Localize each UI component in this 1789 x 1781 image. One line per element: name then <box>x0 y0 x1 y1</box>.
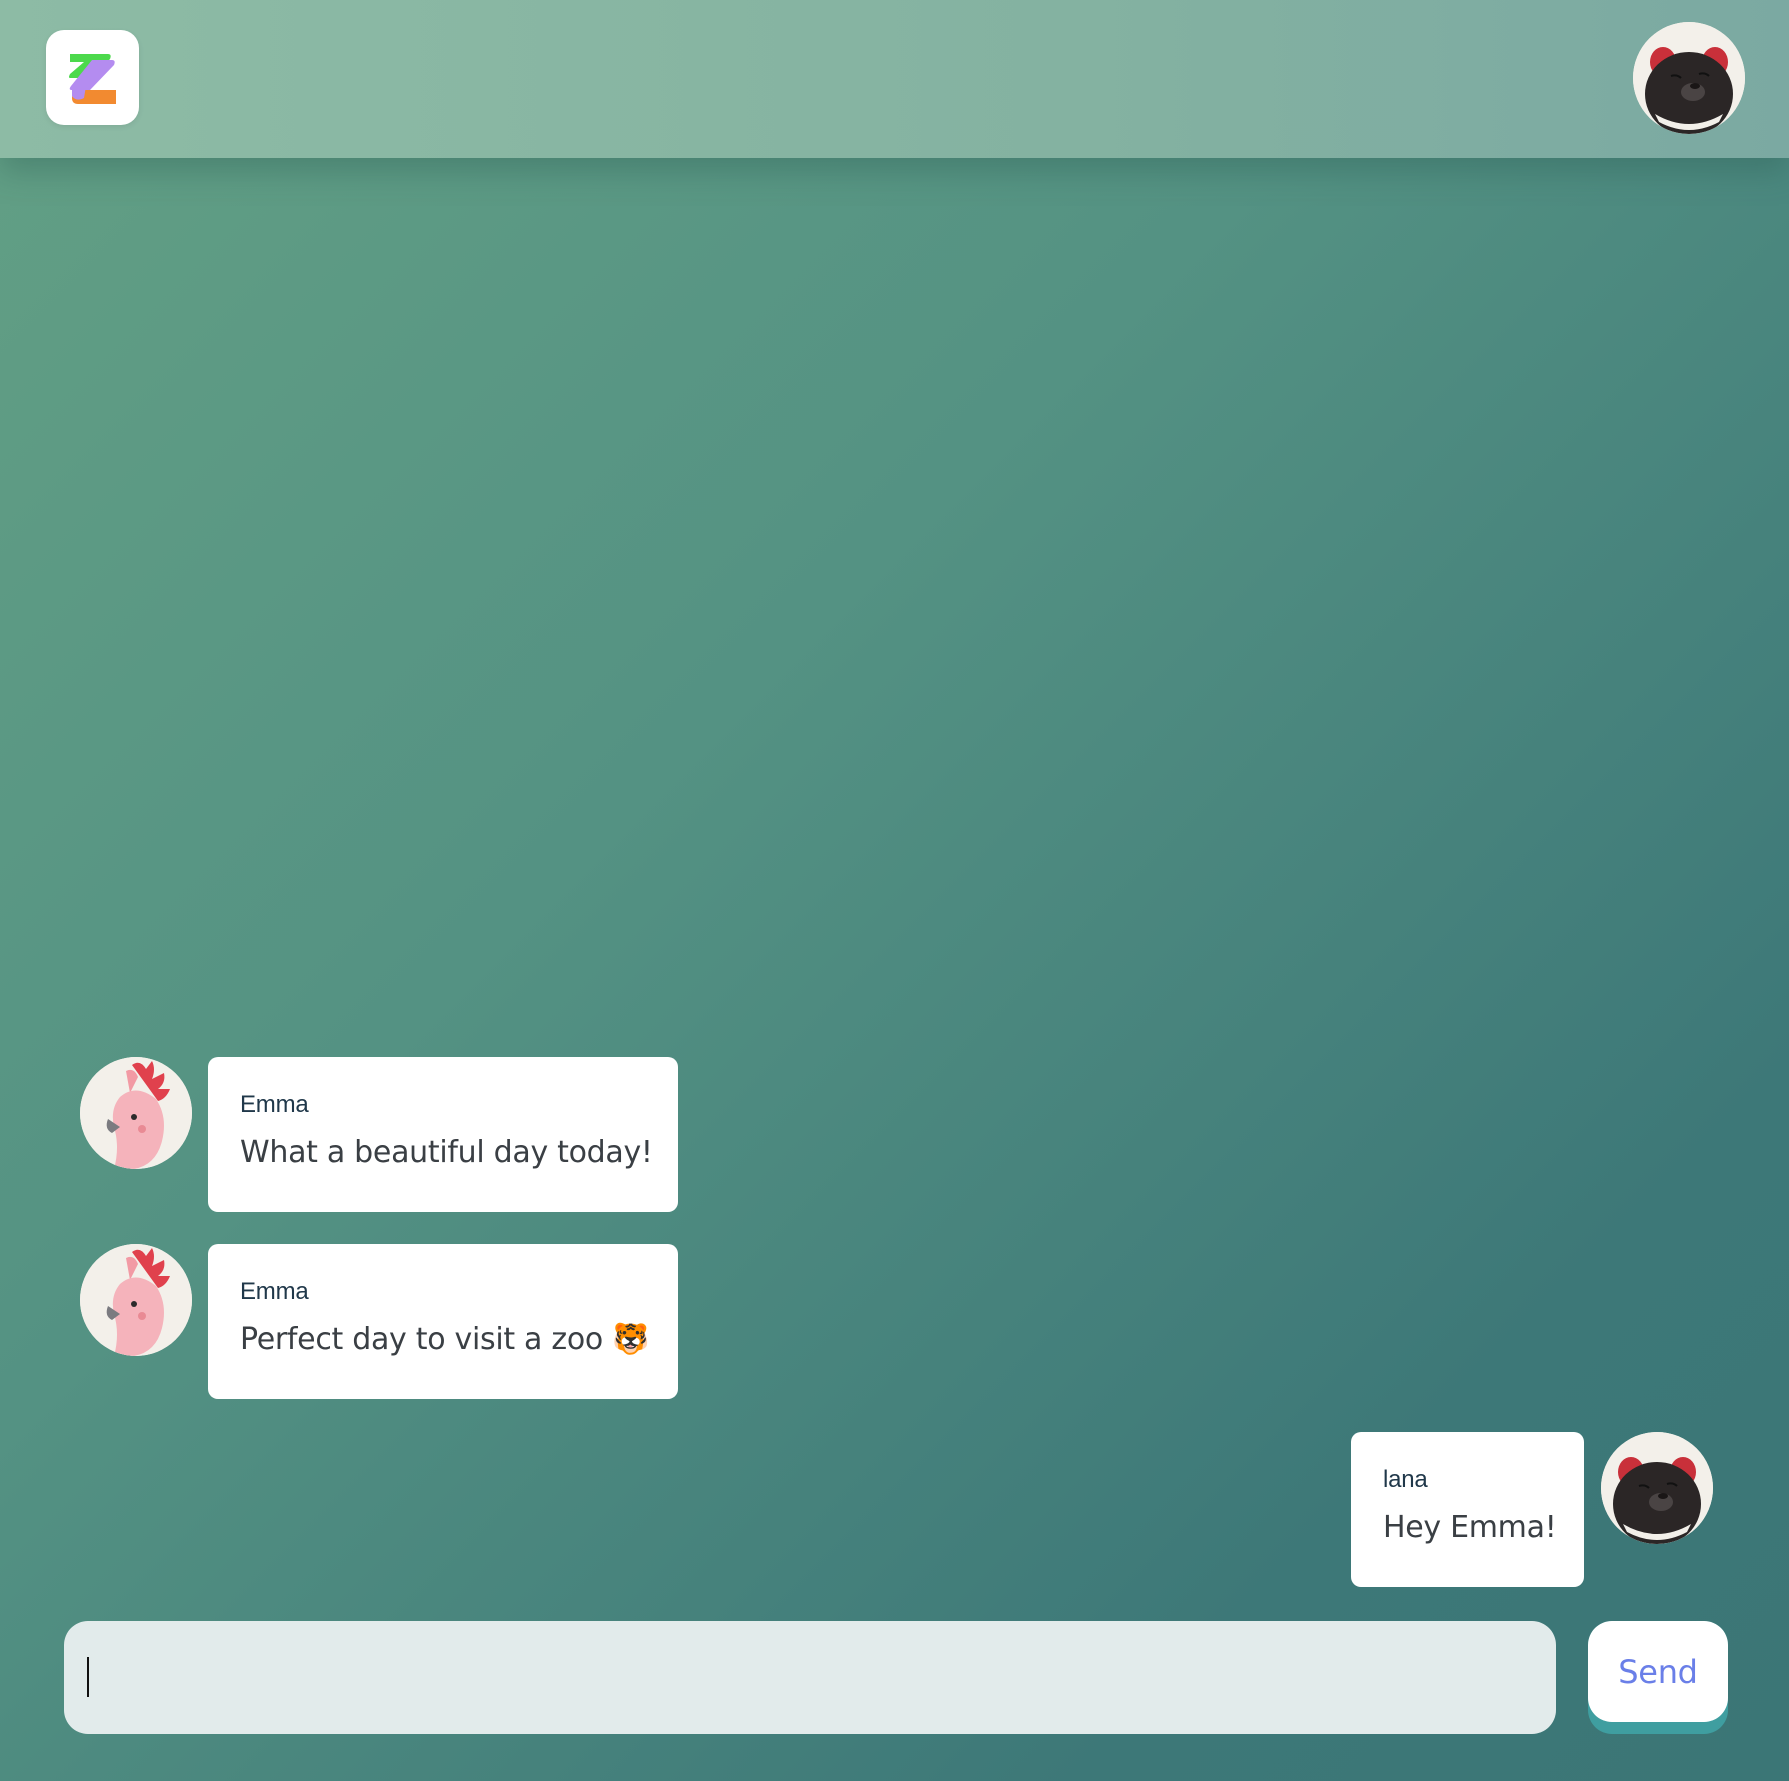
tasmanian-devil-avatar-icon <box>1601 1432 1713 1544</box>
message-sender: Emma <box>240 1278 309 1305</box>
send-button-wrapper: Send <box>1588 1621 1728 1734</box>
message-bubble-own: lana Hey Emma! <box>1351 1432 1584 1587</box>
app-logo[interactable] <box>46 30 139 125</box>
message-input[interactable] <box>64 1621 1556 1734</box>
cockatoo-avatar-icon <box>80 1057 192 1169</box>
message-avatar[interactable] <box>80 1057 192 1169</box>
text-caret <box>87 1657 89 1697</box>
message-sender: Emma <box>240 1091 309 1118</box>
cockatoo-avatar-icon <box>80 1244 192 1356</box>
message-text: Perfect day to visit a zoo 🐯 <box>240 1322 650 1357</box>
message-bubble: Emma What a beautiful day today! <box>208 1057 678 1212</box>
message-avatar[interactable] <box>1601 1432 1713 1544</box>
message-text: Hey Emma! <box>1383 1510 1557 1545</box>
message-bubble: Emma Perfect day to visit a zoo 🐯 <box>208 1244 678 1399</box>
message-text: What a beautiful day today! <box>240 1135 653 1170</box>
current-user-avatar[interactable] <box>1633 22 1745 134</box>
message-avatar[interactable] <box>80 1244 192 1356</box>
message-sender: lana <box>1383 1466 1428 1493</box>
zulip-z-logo-icon <box>69 54 116 104</box>
tasmanian-devil-avatar-icon <box>1633 22 1745 134</box>
send-button[interactable]: Send <box>1588 1621 1728 1722</box>
top-header <box>0 0 1789 158</box>
